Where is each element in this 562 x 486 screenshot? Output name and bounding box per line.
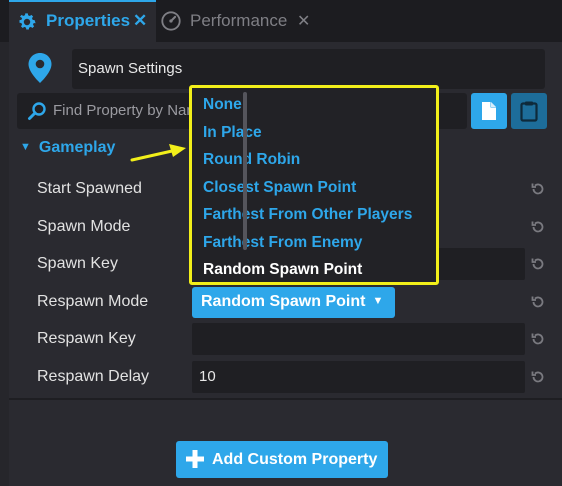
option-in-place[interactable]: In Place <box>203 124 262 142</box>
object-name-field[interactable]: Spawn Settings <box>72 49 545 89</box>
reset-icon[interactable] <box>530 219 546 235</box>
arrow-annotation <box>130 144 186 162</box>
tab-label: Performance <box>190 11 288 30</box>
prop-label-respawn-delay: Respawn Delay <box>37 368 150 385</box>
dropdown-value: Random Spawn Point <box>201 293 366 310</box>
copy-icon <box>482 102 496 120</box>
reset-icon[interactable] <box>530 369 546 385</box>
option-farthest-from-other-players[interactable]: Farthest From Other Players <box>203 206 412 224</box>
speedometer-icon <box>161 11 181 31</box>
reset-icon[interactable] <box>530 256 546 272</box>
chevron-down-icon: ▼ <box>20 141 31 153</box>
prop-label-spawn-key: Spawn Key <box>37 255 118 272</box>
add-custom-property-button[interactable]: Add Custom Property <box>176 441 388 478</box>
close-icon[interactable]: ✕ <box>297 11 310 31</box>
option-closest-spawn-point[interactable]: Closest Spawn Point <box>203 179 356 197</box>
tab-performance[interactable]: Performance ✕ <box>158 0 318 42</box>
chevron-down-icon: ▼ <box>372 295 384 307</box>
option-none[interactable]: None <box>203 96 242 114</box>
respawn-mode-dropdown[interactable]: Random Spawn Point ▼ <box>192 287 395 318</box>
reset-icon[interactable] <box>530 294 546 310</box>
section-gameplay[interactable]: ▼ Gameplay <box>20 139 115 157</box>
gear-icon <box>19 13 36 30</box>
reset-icon[interactable] <box>530 331 546 347</box>
copy-button[interactable] <box>471 93 507 129</box>
paste-icon <box>520 101 538 122</box>
prop-label-spawn-mode: Spawn Mode <box>37 218 131 235</box>
plus-icon <box>186 450 204 468</box>
respawn-key-field[interactable] <box>192 323 525 355</box>
reset-icon[interactable] <box>530 181 546 197</box>
search-placeholder: Find Property by Name <box>53 102 203 119</box>
tab-properties[interactable]: Properties ✕ <box>9 0 156 42</box>
location-pin-icon <box>28 53 52 83</box>
respawn-delay-field[interactable]: 10 <box>192 361 525 393</box>
option-random-spawn-point[interactable]: Random Spawn Point <box>203 261 362 279</box>
popup-scrollbar[interactable] <box>243 92 247 250</box>
divider <box>9 398 562 400</box>
section-label: Gameplay <box>38 139 116 156</box>
paste-button[interactable] <box>511 93 547 129</box>
prop-label-respawn-key: Respawn Key <box>37 330 136 347</box>
search-icon <box>28 102 46 120</box>
close-icon[interactable]: ✕ <box>133 11 147 31</box>
tab-label: Properties <box>46 11 131 30</box>
option-farthest-from-enemy[interactable]: Farthest From Enemy <box>203 234 362 252</box>
prop-label-respawn-mode: Respawn Mode <box>37 293 149 310</box>
prop-label-start-spawned: Start Spawned <box>37 180 142 197</box>
respawn-mode-options: None In Place Round Robin Closest Spawn … <box>189 85 439 285</box>
add-button-label: Add Custom Property <box>212 451 378 468</box>
option-round-robin[interactable]: Round Robin <box>203 151 300 169</box>
